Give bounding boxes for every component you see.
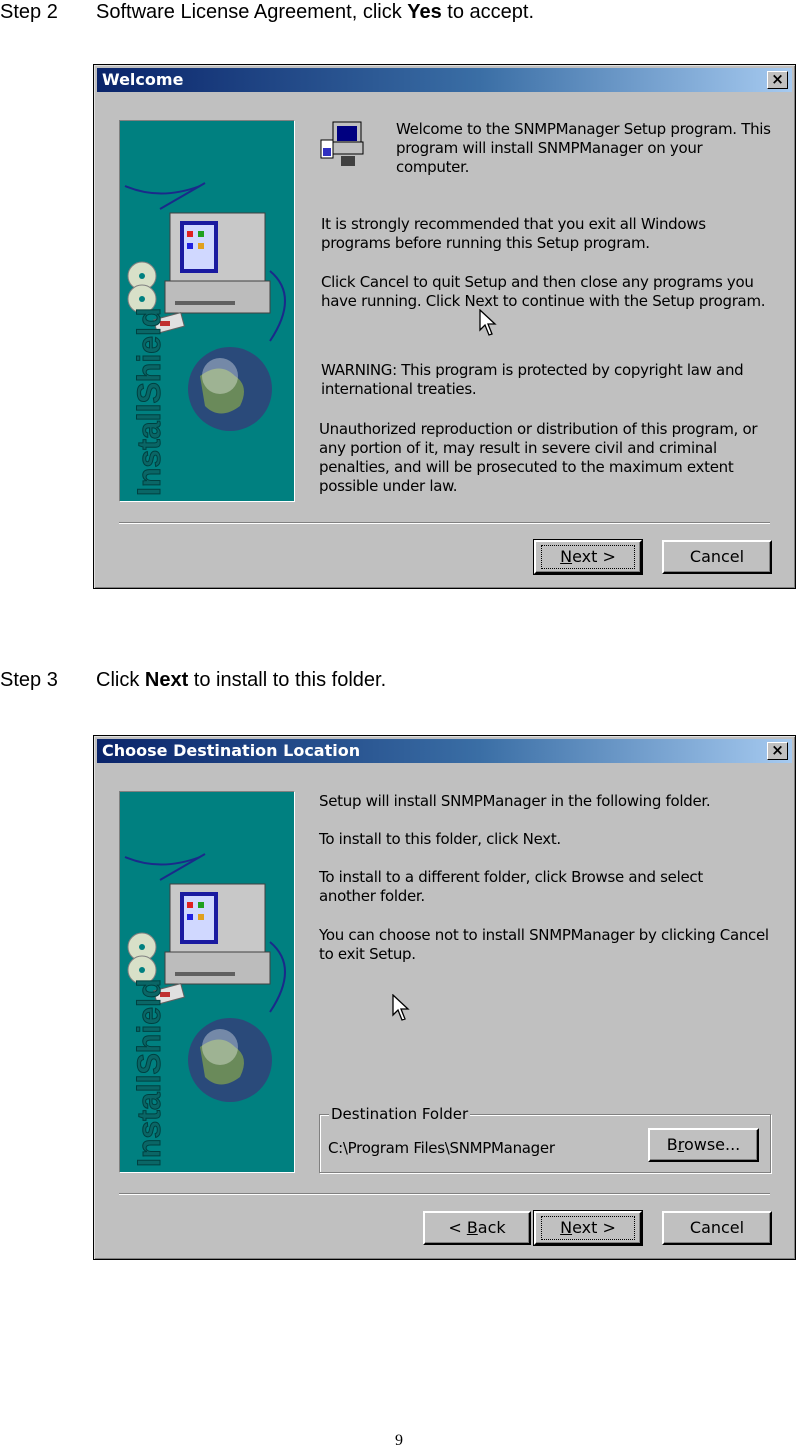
back-mnemonic: B bbox=[466, 1218, 478, 1237]
browse-button[interactable]: Browse... bbox=[648, 1128, 759, 1162]
step-3-text: Click bbox=[96, 669, 145, 691]
step-2-bold: Yes bbox=[407, 1, 442, 23]
step-3-bold: Next bbox=[144, 669, 189, 691]
browse-label-start: B bbox=[666, 1135, 678, 1154]
setup-illustration: InstallShield bbox=[124, 853, 286, 1168]
mouse-pointer-icon bbox=[479, 309, 497, 336]
installshield-side-panel: InstallShield bbox=[119, 120, 295, 502]
cancel-label: Cancel bbox=[689, 547, 745, 566]
step-2-instruction: Step 2 Software License Agreement, click … bbox=[0, 0, 534, 24]
destination-title: Choose Destination Location bbox=[102, 741, 361, 760]
destination-dialog: Choose Destination Location × InstallShi… bbox=[93, 735, 796, 1260]
next-mnemonic: N bbox=[560, 547, 573, 566]
step-2-text-end: to accept. bbox=[441, 1, 535, 23]
mouse-pointer-icon bbox=[392, 994, 410, 1021]
step-2-number: Step 2 bbox=[0, 1, 58, 23]
back-label-start: < bbox=[448, 1218, 467, 1237]
different-folder-text: To install to a different folder, click … bbox=[319, 868, 703, 905]
setup-computer-icon bbox=[320, 121, 364, 166]
install-folder-text: Setup will install SNMPManager in the fo… bbox=[319, 792, 711, 810]
close-button[interactable]: × bbox=[767, 71, 788, 89]
welcome-title: Welcome bbox=[102, 70, 184, 89]
next-button[interactable]: Next > bbox=[533, 539, 643, 575]
button-separator bbox=[119, 1193, 770, 1195]
next-label: ext > bbox=[572, 1218, 616, 1237]
cancel-info-text: Click Cancel to quit Setup and then clos… bbox=[321, 273, 766, 310]
installshield-logo: InstallShield bbox=[131, 308, 167, 496]
unauthorized-text: Unauthorized reproduction or distributio… bbox=[319, 420, 758, 495]
warning-text: WARNING: This program is protected by co… bbox=[321, 361, 744, 398]
close-button[interactable]: × bbox=[767, 742, 788, 760]
page-number: 9 bbox=[395, 1432, 403, 1449]
choose-not-install-text: You can choose not to install SNMPManage… bbox=[319, 926, 769, 963]
installshield-logo: InstallShield bbox=[131, 979, 167, 1167]
browse-label: owse... bbox=[683, 1135, 741, 1154]
cancel-button[interactable]: Cancel bbox=[662, 1211, 772, 1245]
cancel-button[interactable]: Cancel bbox=[662, 540, 772, 574]
recommend-text: It is strongly recommended that you exit… bbox=[321, 215, 706, 252]
next-button[interactable]: Next > bbox=[533, 1210, 643, 1246]
welcome-titlebar[interactable]: Welcome × bbox=[97, 68, 792, 92]
destination-folder-label: Destination Folder bbox=[329, 1105, 471, 1123]
next-mnemonic: N bbox=[560, 1218, 573, 1237]
button-separator bbox=[119, 522, 770, 524]
close-icon: × bbox=[771, 741, 784, 759]
destination-titlebar[interactable]: Choose Destination Location × bbox=[97, 739, 792, 763]
back-label: ack bbox=[477, 1218, 506, 1237]
installshield-side-panel: InstallShield bbox=[119, 791, 295, 1173]
install-this-folder-text: To install to this folder, click Next. bbox=[319, 830, 561, 848]
next-label: ext > bbox=[572, 547, 616, 566]
step-2-text: Software License Agreement, click bbox=[96, 1, 408, 23]
step-3-number: Step 3 bbox=[0, 669, 58, 691]
folder-path-value: C:\Program Files\SNMPManager bbox=[328, 1139, 555, 1157]
step-3-text-end: to install to this folder. bbox=[188, 669, 387, 691]
welcome-intro-text: Welcome to the SNMPManager Setup program… bbox=[396, 120, 771, 176]
welcome-dialog: Welcome × InstallShield Welcome to the S… bbox=[93, 64, 796, 589]
back-button[interactable]: < Back bbox=[423, 1211, 531, 1245]
close-icon: × bbox=[771, 70, 784, 88]
cancel-label: Cancel bbox=[689, 1218, 745, 1237]
step-3-instruction: Step 3 Click Next to install to this fold… bbox=[0, 668, 386, 692]
setup-illustration: InstallShield bbox=[124, 182, 286, 497]
